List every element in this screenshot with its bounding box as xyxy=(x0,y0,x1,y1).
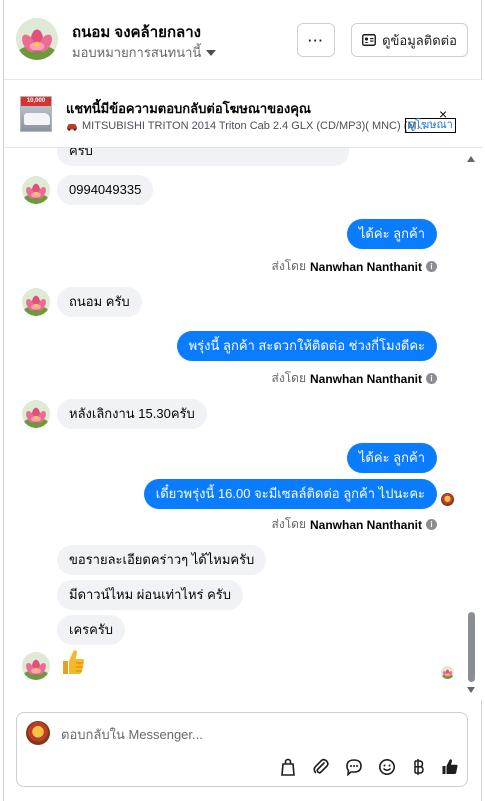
attachment-icon[interactable] xyxy=(311,757,331,777)
message-incoming: ขอรายละเอียดคร่าวๆ ได้ไหมครับ xyxy=(57,545,267,575)
bag-icon[interactable] xyxy=(278,757,298,777)
conversation-panel: ถนอม จงคล้ายกลาง มอบหมายการสนทนานี้ ··· … xyxy=(3,0,483,801)
seen-avatar xyxy=(441,666,454,679)
scroll-down-arrow[interactable] xyxy=(467,687,475,693)
car-icon xyxy=(67,123,77,131)
assign-label: มอบหมายการสนทนานี้ xyxy=(72,45,202,60)
sent-by-label: ส่งโดย Nanwhan Nanthanit i xyxy=(272,257,437,276)
sent-by-agent: Nanwhan Nanthanit xyxy=(309,517,422,532)
message-incoming: 0994049335 xyxy=(57,175,154,205)
view-contact-info-button[interactable]: ดูข้อมูลติดต่อ xyxy=(351,23,468,57)
sent-by-prefix: ส่งโดย xyxy=(271,517,306,531)
ad-reply-banner: 10,000 แชทนี้มีข้อความตอบกลับต่อโฆษณาของ… xyxy=(4,80,483,148)
message-thread: ครับ 0994049335 ได้ค่ะ ลูกค้า ส่งโดย Nan… xyxy=(4,148,483,700)
sent-by-label: ส่งโดย Nanwhan Nanthanit i xyxy=(272,515,437,534)
scroll-up-arrow[interactable] xyxy=(467,156,475,162)
info-icon[interactable]: i xyxy=(426,373,437,384)
message-incoming: เครครับ xyxy=(57,615,126,645)
lotus-avatar-image xyxy=(441,666,454,679)
message-outgoing: ได้ค่ะ ลูกค้า xyxy=(346,443,437,473)
sent-by-prefix: ส่งโดย xyxy=(271,371,306,385)
ad-thumbnail[interactable]: 10,000 xyxy=(20,96,52,132)
sent-by-prefix: ส่งโดย xyxy=(271,259,306,273)
sent-by-agent: Nanwhan Nanthanit xyxy=(309,371,422,386)
contact-info-label: ดูข้อมูลติดต่อ xyxy=(382,32,457,48)
contact-avatar-small[interactable] xyxy=(22,288,50,316)
reply-composer xyxy=(16,712,468,787)
lotus-avatar-image xyxy=(22,176,50,204)
car-image xyxy=(24,113,50,125)
scrollbar-thumb[interactable] xyxy=(468,612,475,682)
reply-input[interactable] xyxy=(61,723,441,745)
payment-icon[interactable] xyxy=(408,757,428,777)
conversation-header: ถนอม จงคล้ายกลาง มอบหมายการสนทนานี้ ··· … xyxy=(4,0,483,80)
message-incoming: หลังเลิกงาน 15.30ครับ xyxy=(57,399,207,429)
message-incoming: มีดาวน์ไหม ผ่อนเท่าไหร่ ครับ xyxy=(57,580,244,610)
lotus-avatar-image xyxy=(16,18,58,60)
message-outgoing: เดี๋ยวพรุ่งนี้ 16.00 จะมีเซลล์ติดต่อ ลูก… xyxy=(143,479,437,509)
ad-banner-subtitle: MITSUBISHI TRITON 2014 Triton Cab 2.4 GL… xyxy=(82,120,426,132)
assign-conversation-dropdown[interactable]: มอบหมายการสนทนานี้ xyxy=(72,42,217,63)
message-outgoing: ได้ค่ะ ลูกค้า xyxy=(346,219,437,249)
contact-avatar-small[interactable] xyxy=(22,400,50,428)
saved-reply-icon[interactable] xyxy=(344,757,364,777)
ad-thumbnail-tag: 10,000 xyxy=(21,97,51,106)
lotus-avatar-image xyxy=(22,652,50,680)
sent-by-label: ส่งโดย Nanwhan Nanthanit i xyxy=(272,369,437,388)
thumbs-up-sticker xyxy=(60,648,86,676)
more-icon: ··· xyxy=(308,32,324,48)
contact-name[interactable]: ถนอม จงคล้ายกลาง xyxy=(72,20,201,44)
message-outgoing: พรุ่งนี้ ลูกค้า สะดวกให้ติดต่อ ช่วงกี่โม… xyxy=(176,331,437,361)
lotus-avatar-image xyxy=(22,288,50,316)
contact-avatar[interactable] xyxy=(16,18,58,60)
ad-banner-subtitle-row: MITSUBISHI TRITON 2014 Triton Cab 2.4 GL… xyxy=(66,120,426,132)
contact-card-icon xyxy=(362,34,377,46)
emoji-icon[interactable] xyxy=(377,757,397,777)
lotus-avatar-image xyxy=(22,400,50,428)
close-icon[interactable]: × xyxy=(439,106,447,122)
ad-banner-title: แชทนี้มีข้อความตอบกลับต่อโฆษณาของคุณ xyxy=(66,101,311,116)
contact-avatar-small[interactable] xyxy=(22,176,50,204)
seen-avatar xyxy=(441,493,454,506)
info-icon[interactable]: i xyxy=(426,261,437,272)
sent-by-agent: Nanwhan Nanthanit xyxy=(309,259,422,274)
contact-avatar-small[interactable] xyxy=(22,652,50,680)
page-avatar xyxy=(26,721,50,745)
thumbs-up-icon xyxy=(63,650,85,674)
message-incoming: ถนอม ครับ xyxy=(57,287,142,317)
chevron-down-icon xyxy=(206,49,217,56)
view-ad-link[interactable]: ดูโฆษณา xyxy=(405,118,456,133)
thumbs-up-icon[interactable] xyxy=(440,757,460,777)
more-options-button[interactable]: ··· xyxy=(297,23,335,57)
message-incoming: ครับ xyxy=(57,148,349,166)
info-icon[interactable]: i xyxy=(426,519,437,530)
